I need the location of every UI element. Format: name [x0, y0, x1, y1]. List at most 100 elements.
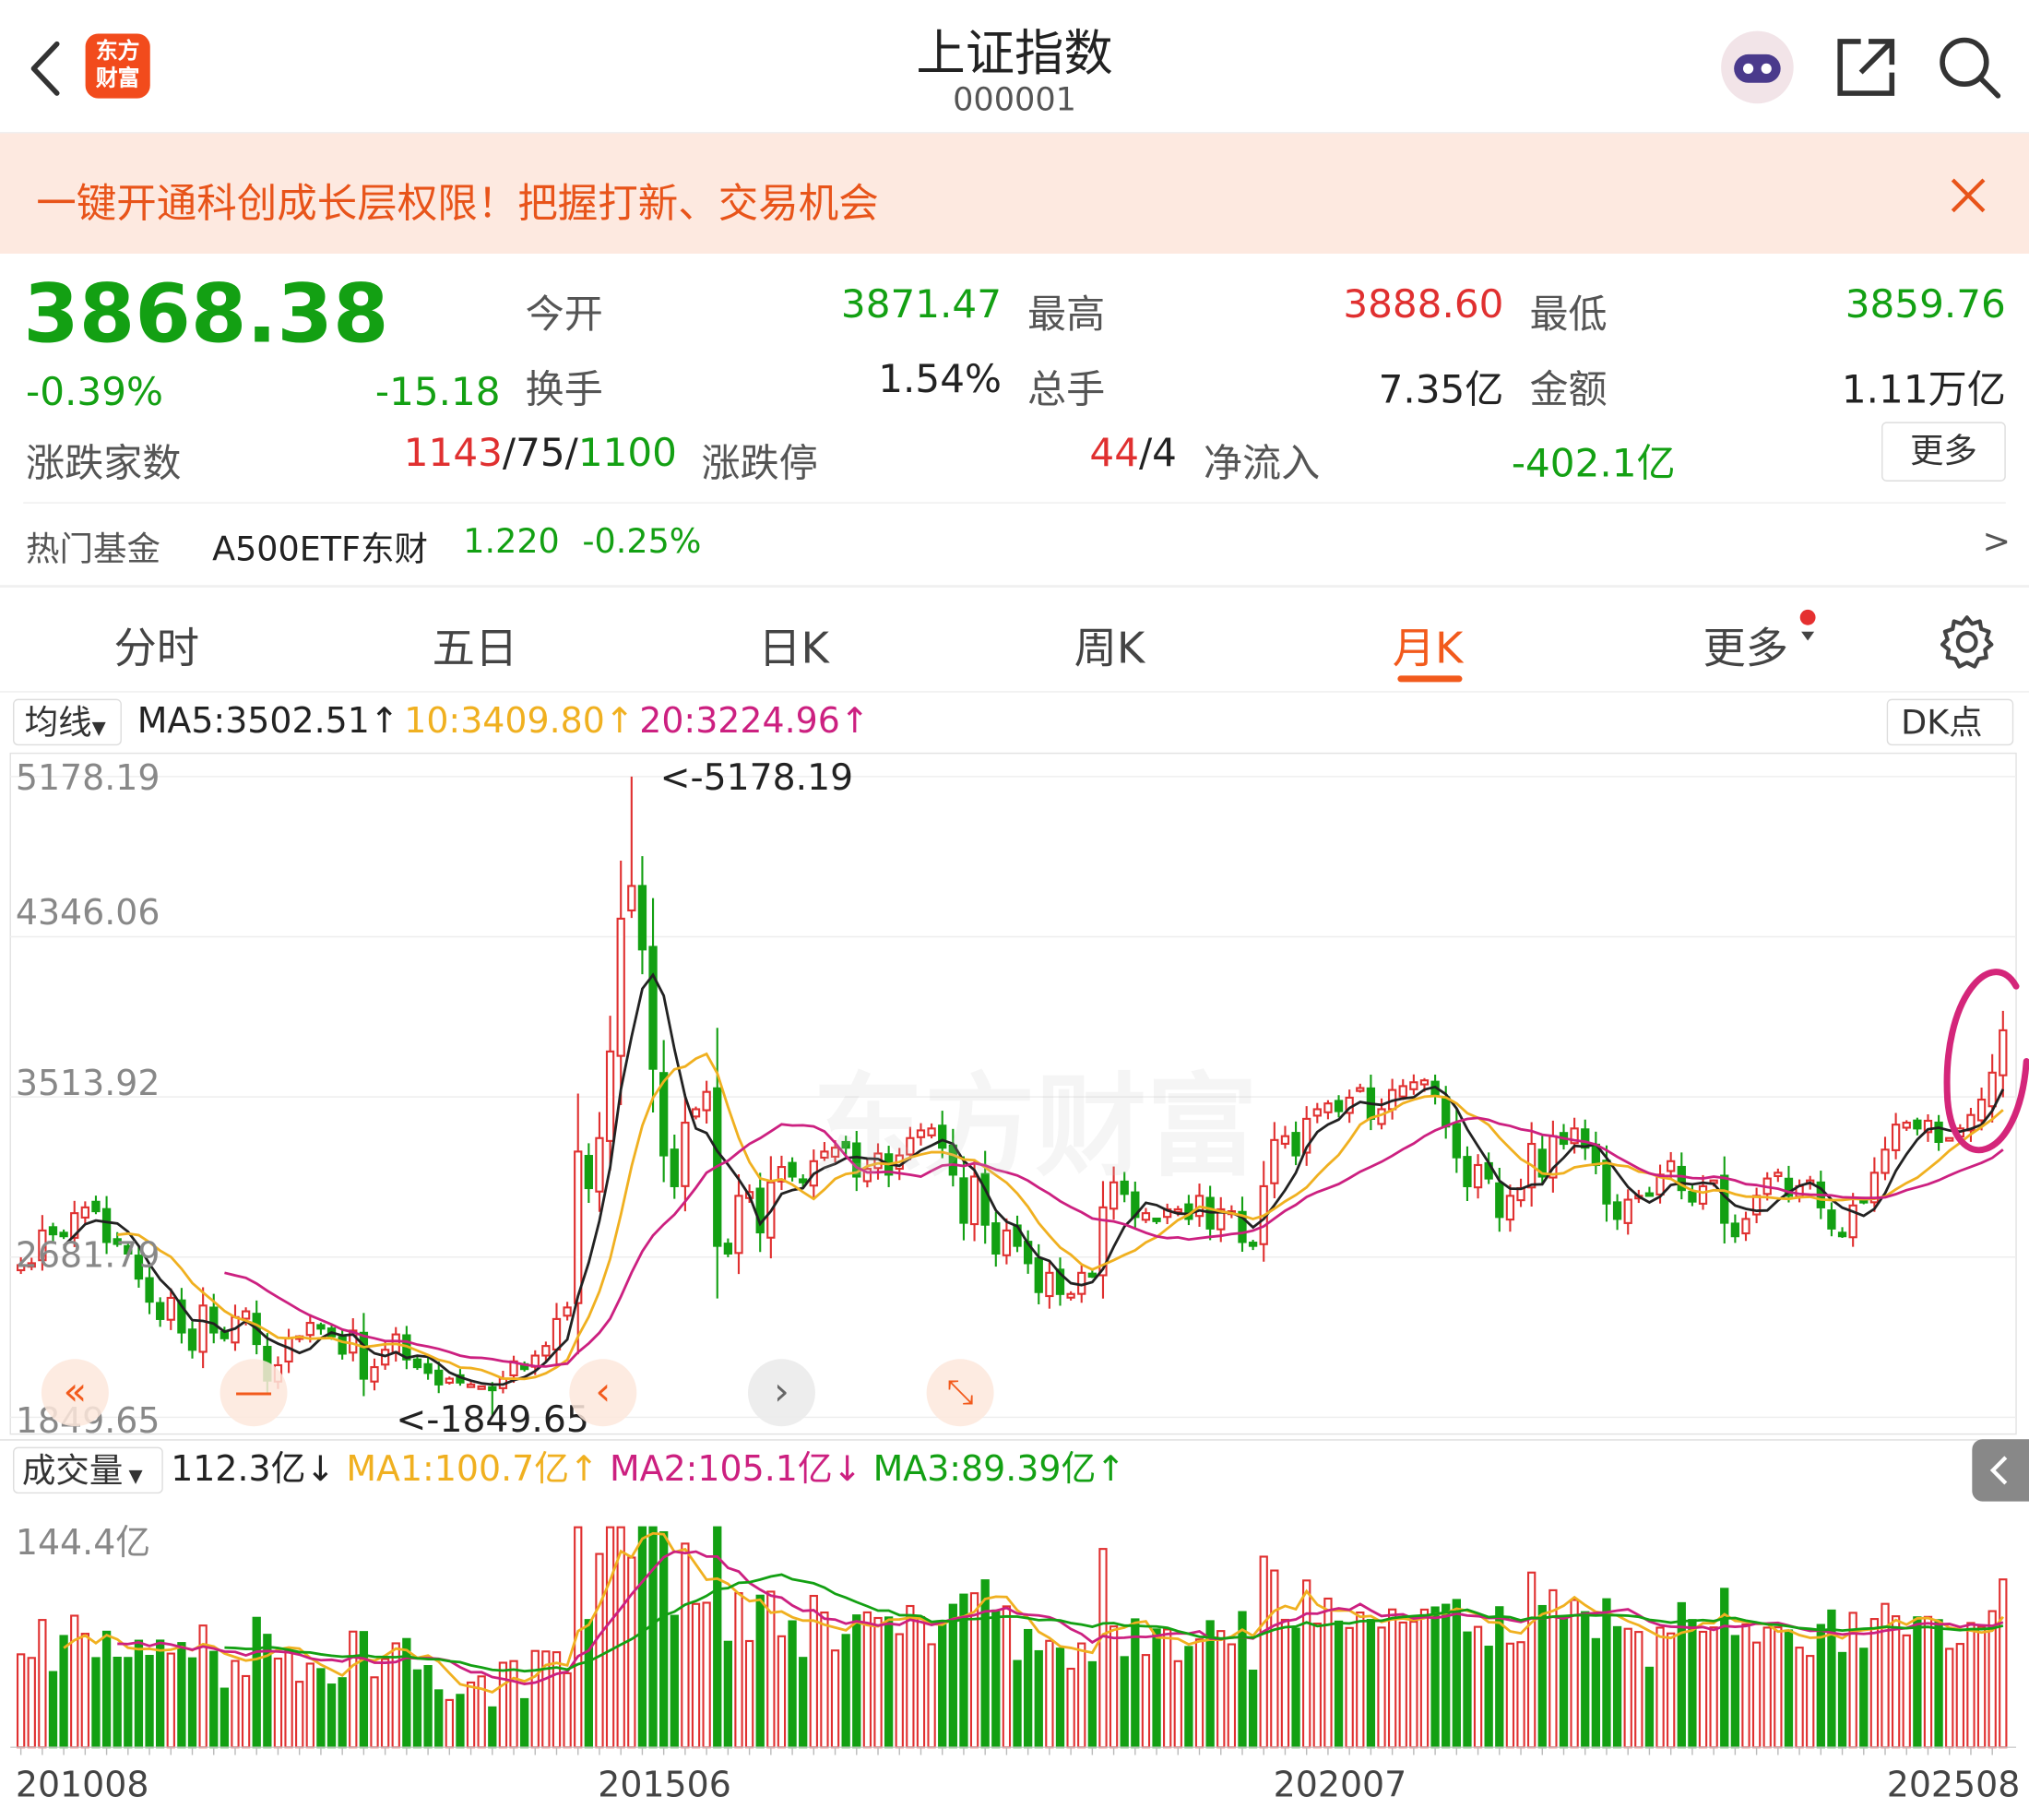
tab-intraday[interactable]: 分时: [113, 613, 199, 675]
volume-bar: [980, 1579, 990, 1749]
scroll-right-button[interactable]: ›: [747, 1359, 815, 1427]
tab-five-day[interactable]: 五日: [433, 613, 518, 675]
tab-weekly-k[interactable]: 周K: [1074, 613, 1145, 675]
volume-bar: [584, 1619, 594, 1749]
volume-bar: [1762, 1626, 1772, 1749]
volume-bar: [1516, 1641, 1525, 1749]
candle-body: [1045, 1271, 1054, 1298]
volume-bar: [423, 1665, 433, 1749]
volume-bar: [1741, 1623, 1750, 1749]
volume-bar: [445, 1698, 454, 1749]
volume-chart[interactable]: [0, 1502, 2029, 1755]
fund-name[interactable]: A500ETF东财: [212, 523, 428, 571]
close-icon[interactable]: [1949, 176, 1987, 215]
chevron-right-icon[interactable]: >: [1983, 523, 2011, 562]
volume-bar: [316, 1668, 326, 1749]
candle-body: [1945, 1136, 1954, 1142]
volume-bar: [326, 1683, 337, 1749]
volume-bar: [1270, 1569, 1279, 1749]
volume-bar: [906, 1604, 915, 1749]
search-icon[interactable]: [1936, 33, 2003, 101]
turnover-label: 换手: [525, 367, 603, 413]
volume-bar: [1816, 1624, 1825, 1749]
breadth-values: 1143/75/1100: [404, 431, 677, 476]
volume-bar: [563, 1671, 572, 1749]
candle-body: [1002, 1229, 1012, 1256]
volume-bar: [434, 1689, 444, 1749]
ma-selector-label: 均线: [24, 704, 92, 743]
candle-body: [648, 946, 658, 1070]
more-dropdown-icon[interactable]: [1797, 608, 1822, 647]
candle-body: [1463, 1156, 1472, 1187]
candle-body: [241, 1310, 251, 1320]
promo-banner-text[interactable]: 一键开通科创成长层权限！把握打新、交易机会: [36, 171, 878, 229]
volume-bar: [380, 1658, 390, 1749]
high-value: 3888.60: [1343, 281, 1504, 327]
candle-body: [466, 1383, 476, 1388]
caret-down-icon: ▼: [123, 1466, 143, 1488]
volume-bar: [938, 1621, 947, 1749]
volume-bar: [241, 1674, 251, 1749]
robot-avatar-icon[interactable]: [1718, 29, 1796, 106]
volume-bar: [519, 1697, 529, 1749]
volume-bar: [1055, 1648, 1065, 1749]
candle-body: [1473, 1163, 1483, 1189]
volume-bar: [38, 1619, 47, 1749]
volume-bar: [1345, 1626, 1354, 1749]
volume-bar: [1409, 1620, 1418, 1749]
volume-bar: [681, 1542, 690, 1749]
volume-bar: [809, 1594, 818, 1749]
volume-bar: [1837, 1651, 1847, 1749]
candle-body: [1934, 1121, 1943, 1143]
gear-icon[interactable]: [1939, 613, 1996, 671]
volume-bar: [1109, 1625, 1119, 1749]
ma20-value: 20:3224.96↑: [639, 701, 870, 742]
candle-body: [1602, 1160, 1611, 1205]
candle-body: [412, 1358, 422, 1369]
collapse-icon[interactable]: [1972, 1439, 2029, 1502]
candle-body: [670, 1148, 679, 1187]
volume-bar: [1002, 1605, 1012, 1749]
more-button[interactable]: 更多: [1881, 422, 2006, 482]
volume-selector[interactable]: 成交量 ▼: [13, 1446, 163, 1494]
candle-body: [166, 1296, 175, 1321]
volume-bar: [1312, 1622, 1322, 1749]
tab-monthly-k[interactable]: 月K: [1393, 613, 1464, 675]
amount-label: 金额: [1529, 367, 1608, 413]
zoom-out-button[interactable]: —: [220, 1359, 288, 1427]
volume-bar: [1045, 1639, 1054, 1749]
volume-bar: [755, 1594, 765, 1749]
ma-selector[interactable]: 均线▼: [13, 698, 122, 746]
candle-body: [1505, 1195, 1515, 1221]
candle-body: [359, 1331, 369, 1380]
volume-bar: [359, 1631, 369, 1749]
volume-values: 112.3亿↓ MA1:100.7亿↑ MA2:105.1亿↓ MA3:89.3…: [171, 1447, 1125, 1494]
volume-bar: [177, 1642, 186, 1749]
ma-values: MA5:3502.51↑ 10:3409.80↑ 20:3224.96↑: [137, 699, 874, 746]
share-icon[interactable]: [1835, 36, 1897, 98]
dk-point-button[interactable]: DK点: [1886, 698, 2014, 746]
limit-values: 44/4: [1089, 431, 1177, 476]
volume-bar: [466, 1681, 476, 1749]
low-value: 3859.76: [1845, 281, 2006, 327]
open-value: 3871.47: [840, 281, 1002, 327]
scroll-left-button[interactable]: ‹: [569, 1359, 637, 1427]
tab-daily-k[interactable]: 日K: [758, 613, 829, 675]
candle-body: [370, 1366, 379, 1383]
tab-more[interactable]: 更多: [1703, 613, 1788, 675]
candle-body: [1270, 1138, 1279, 1184]
price-axis-label: 5178.19: [15, 758, 160, 799]
volume-bar: [1806, 1655, 1815, 1749]
fund-percent: -0.25%: [582, 522, 702, 562]
expand-icon[interactable]: ⤡: [926, 1359, 994, 1427]
breadth-label: 涨跌家数: [26, 441, 182, 487]
fund-label: 热门基金: [26, 530, 161, 570]
volume-bar: [1634, 1631, 1643, 1749]
volume-bar: [1280, 1618, 1290, 1749]
candle-body: [734, 1195, 743, 1255]
volume-bar: [477, 1675, 486, 1749]
price-axis-label: 3513.92: [15, 1064, 160, 1104]
volume-bar: [991, 1609, 1001, 1749]
scroll-start-button[interactable]: «: [41, 1359, 109, 1427]
candle-body: [91, 1200, 101, 1213]
